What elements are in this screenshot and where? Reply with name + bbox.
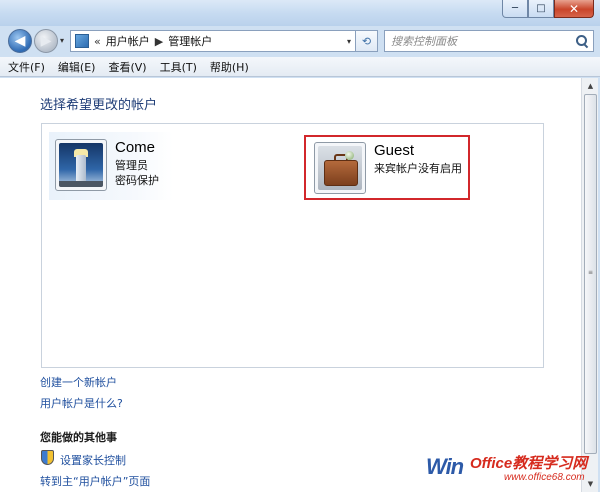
user-accounts-home-link[interactable]: 转到主“用户帐户”页面 bbox=[40, 473, 150, 489]
search-input[interactable] bbox=[391, 34, 571, 48]
watermark-url: www.office68.com bbox=[504, 472, 585, 483]
title-bar: ─ □ ✕ bbox=[0, 0, 600, 26]
account-avatar bbox=[55, 139, 107, 191]
scroll-up-icon[interactable]: ▲ bbox=[582, 78, 599, 94]
what-is-user-account-link[interactable]: 用户帐户是什么? bbox=[40, 395, 123, 411]
account-tile-guest[interactable]: Guest 来宾帐户没有启用 bbox=[304, 135, 470, 200]
menu-edit[interactable]: 编辑(E) bbox=[58, 59, 96, 75]
refresh-icon: ⟲ bbox=[361, 34, 372, 48]
window-controls: ─ □ ✕ bbox=[502, 0, 594, 18]
menu-bar: 文件(F) 编辑(E) 查看(V) 工具(T) 帮助(H) bbox=[0, 57, 600, 77]
close-button[interactable]: ✕ bbox=[554, 0, 594, 18]
briefcase-icon bbox=[318, 146, 362, 190]
account-status: 密码保护 bbox=[115, 174, 159, 187]
watermark-win-text: Win bbox=[426, 454, 464, 479]
address-bar[interactable]: « 用户帐户 ▶ 管理帐户 ▾ bbox=[70, 30, 356, 52]
back-button[interactable]: ◀ bbox=[8, 29, 32, 53]
address-dropdown-icon[interactable]: ▾ bbox=[347, 37, 351, 46]
account-avatar bbox=[314, 142, 366, 194]
account-name: Come bbox=[115, 139, 156, 156]
recent-pages-dropdown-icon[interactable]: ▾ bbox=[60, 36, 64, 45]
menu-help[interactable]: 帮助(H) bbox=[210, 59, 249, 75]
accounts-list: Come 管理员 密码保护 Guest 来宾帐户没有启用 bbox=[41, 123, 544, 368]
shield-icon bbox=[41, 450, 54, 465]
maximize-button[interactable]: □ bbox=[528, 0, 554, 18]
menu-file[interactable]: 文件(F) bbox=[8, 59, 45, 75]
menu-view[interactable]: 查看(V) bbox=[108, 59, 146, 75]
other-tasks-heading: 您能做的其他事 bbox=[40, 431, 117, 444]
breadcrumb-manage-accounts[interactable]: 管理帐户 bbox=[168, 33, 212, 49]
parental-controls-link[interactable]: 设置家长控制 bbox=[60, 452, 126, 468]
navigation-bar: ◀ ▶ ▾ « 用户帐户 ▶ 管理帐户 ▾ ⟲ bbox=[0, 26, 600, 56]
watermark-site-name: Office教程学习网 bbox=[470, 455, 588, 472]
create-account-link[interactable]: 创建一个新帐户 bbox=[40, 374, 117, 390]
content-pane: 选择希望更改的帐户 Come 管理员 密码保护 Guest 来宾帐户没有启用 创… bbox=[0, 78, 581, 492]
account-type: 管理员 bbox=[115, 159, 148, 172]
page-title: 选择希望更改的帐户 bbox=[40, 98, 158, 113]
vertical-scrollbar[interactable]: ▲ ≡ ▼ bbox=[581, 78, 598, 492]
account-status: 来宾帐户没有启用 bbox=[374, 162, 462, 175]
search-icon[interactable] bbox=[576, 35, 588, 47]
address-overflow[interactable]: « bbox=[94, 35, 101, 48]
refresh-button[interactable]: ⟲ bbox=[356, 30, 378, 52]
account-tile-come[interactable]: Come 管理员 密码保护 bbox=[49, 132, 173, 200]
lighthouse-icon bbox=[59, 143, 103, 187]
minimize-button[interactable]: ─ bbox=[502, 0, 528, 18]
search-box[interactable] bbox=[384, 30, 594, 52]
account-name: Guest bbox=[374, 142, 415, 159]
watermark: Win Office教程学习网 www.office68.com bbox=[426, 450, 594, 490]
scroll-thumb[interactable]: ≡ bbox=[584, 94, 597, 454]
forward-button[interactable]: ▶ bbox=[34, 29, 58, 53]
control-panel-icon bbox=[75, 34, 89, 48]
back-arrow-icon: ◀ bbox=[14, 33, 26, 49]
forward-arrow-icon: ▶ bbox=[40, 33, 52, 49]
breadcrumb-separator-icon[interactable]: ▶ bbox=[155, 35, 163, 48]
breadcrumb-user-accounts[interactable]: 用户帐户 bbox=[106, 33, 150, 49]
menu-tools[interactable]: 工具(T) bbox=[160, 59, 197, 75]
